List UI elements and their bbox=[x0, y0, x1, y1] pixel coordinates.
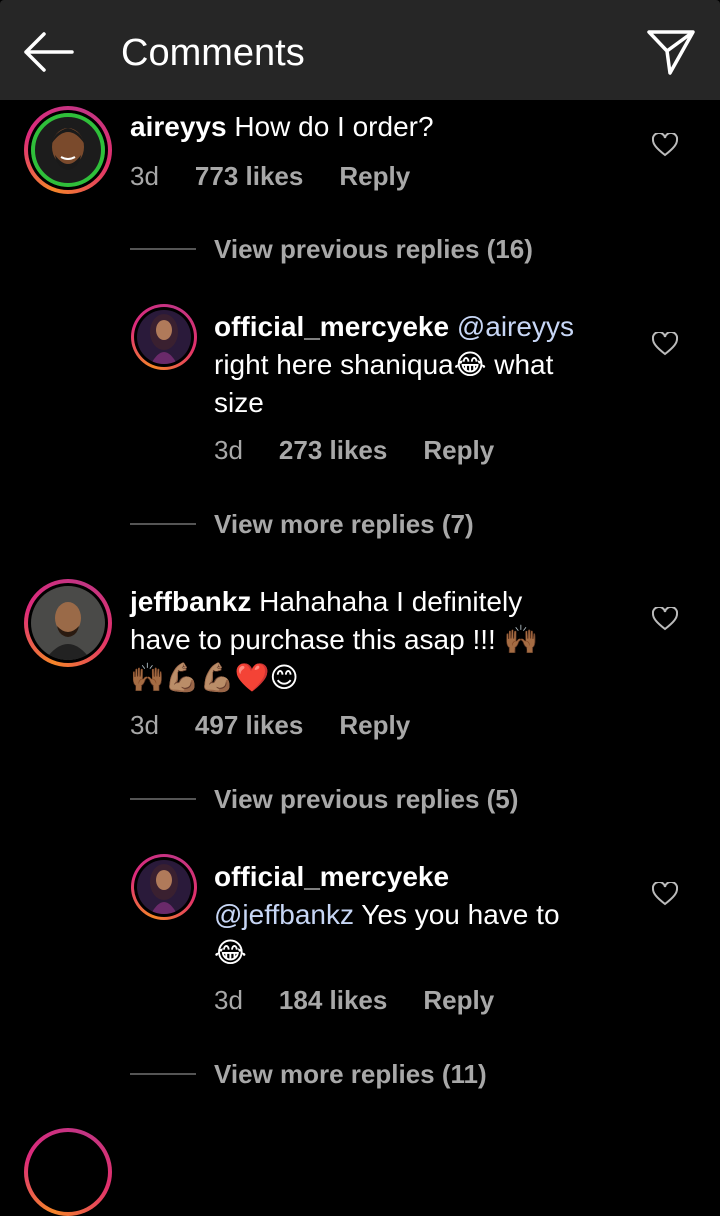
reply-button[interactable]: Reply bbox=[423, 985, 494, 1015]
comment-text: aireyys How do I order? bbox=[130, 108, 630, 146]
username[interactable]: aireyys bbox=[130, 111, 227, 142]
view-replies-link[interactable]: View more replies (11) bbox=[214, 1058, 487, 1090]
reply-official-mercyeke: official_mercyeke @aireyys right here sh… bbox=[0, 300, 720, 480]
top-bar: Comments bbox=[0, 0, 720, 100]
mention-link[interactable]: @aireyys bbox=[457, 311, 574, 342]
comment-body: Hahahaha I definitely bbox=[259, 586, 523, 617]
comment-text: official_mercyeke @aireyys right here sh… bbox=[214, 308, 634, 422]
thread-divider bbox=[130, 1073, 196, 1075]
thread-divider bbox=[130, 798, 196, 800]
comment-age: 3d bbox=[130, 710, 159, 740]
view-replies-link[interactable]: View more replies (7) bbox=[214, 508, 474, 540]
avatar[interactable] bbox=[137, 860, 191, 914]
comment-body-cont: what bbox=[494, 349, 554, 380]
comment-age: 3d bbox=[214, 985, 243, 1015]
comment-meta: 3d 773 likes Reply bbox=[130, 160, 446, 192]
heart-icon[interactable] bbox=[652, 607, 678, 631]
heart-icon[interactable] bbox=[652, 332, 678, 356]
reply-button[interactable]: Reply bbox=[423, 435, 494, 465]
reply-button[interactable]: Reply bbox=[339, 710, 410, 740]
likes-count[interactable]: 773 likes bbox=[195, 161, 303, 191]
comment-meta: 3d 184 likes Reply bbox=[214, 984, 530, 1016]
avatar[interactable] bbox=[31, 586, 105, 660]
mention-link[interactable]: @jeffbankz bbox=[214, 899, 354, 930]
comment-body: right here shaniqua bbox=[214, 349, 454, 380]
page-title: Comments bbox=[121, 32, 305, 74]
comment-body-cont: have to purchase this asap !!! bbox=[130, 624, 496, 655]
laughing-emoji: 😂 bbox=[453, 348, 487, 381]
comment-jeffbankz: jeffbankz Hahahaha I definitely have to … bbox=[0, 575, 720, 755]
thread-divider bbox=[130, 248, 196, 250]
likes-count[interactable]: 273 likes bbox=[279, 435, 387, 465]
comment-body: Yes you have to bbox=[361, 899, 560, 930]
likes-count[interactable]: 184 likes bbox=[279, 985, 387, 1015]
reply-button[interactable]: Reply bbox=[339, 161, 410, 191]
avatar-photo bbox=[137, 860, 191, 914]
likes-count[interactable]: 497 likes bbox=[195, 710, 303, 740]
username[interactable]: official_mercyeke bbox=[214, 311, 449, 342]
comment-age: 3d bbox=[130, 161, 159, 191]
comment-body-end: size bbox=[214, 387, 264, 418]
heart-icon[interactable] bbox=[652, 882, 678, 906]
emoji-group: 🙌🏾💪🏽💪🏽❤️😊 bbox=[130, 661, 299, 694]
username[interactable]: jeffbankz bbox=[130, 586, 251, 617]
view-replies-link[interactable]: View previous replies (5) bbox=[214, 783, 518, 815]
laughing-emoji: 😂 bbox=[214, 936, 247, 969]
comment-meta: 3d 497 likes Reply bbox=[130, 709, 446, 741]
avatar[interactable] bbox=[31, 113, 105, 187]
comment-age: 3d bbox=[214, 435, 243, 465]
avatar-photo bbox=[137, 310, 191, 364]
heart-icon[interactable] bbox=[652, 133, 678, 157]
thread-divider bbox=[130, 523, 196, 525]
paper-plane-icon[interactable] bbox=[646, 27, 696, 77]
arrow-left-icon[interactable] bbox=[22, 30, 74, 74]
avatar[interactable] bbox=[137, 310, 191, 364]
comment-text: official_mercyeke @jeffbankz Yes you hav… bbox=[214, 858, 634, 972]
avatar-photo bbox=[31, 586, 105, 660]
comment-meta: 3d 273 likes Reply bbox=[214, 434, 530, 466]
avatar-photo bbox=[31, 113, 105, 187]
username[interactable]: official_mercyeke bbox=[214, 861, 449, 892]
reply-official-mercyeke-2: official_mercyeke @jeffbankz Yes you hav… bbox=[0, 850, 720, 1030]
raised-hands-emoji: 🙌🏾 bbox=[503, 623, 539, 656]
comment-body: How do I order? bbox=[234, 111, 434, 142]
view-replies-link[interactable]: View previous replies (16) bbox=[214, 233, 533, 265]
comment-text: jeffbankz Hahahaha I definitely have to … bbox=[130, 583, 630, 697]
